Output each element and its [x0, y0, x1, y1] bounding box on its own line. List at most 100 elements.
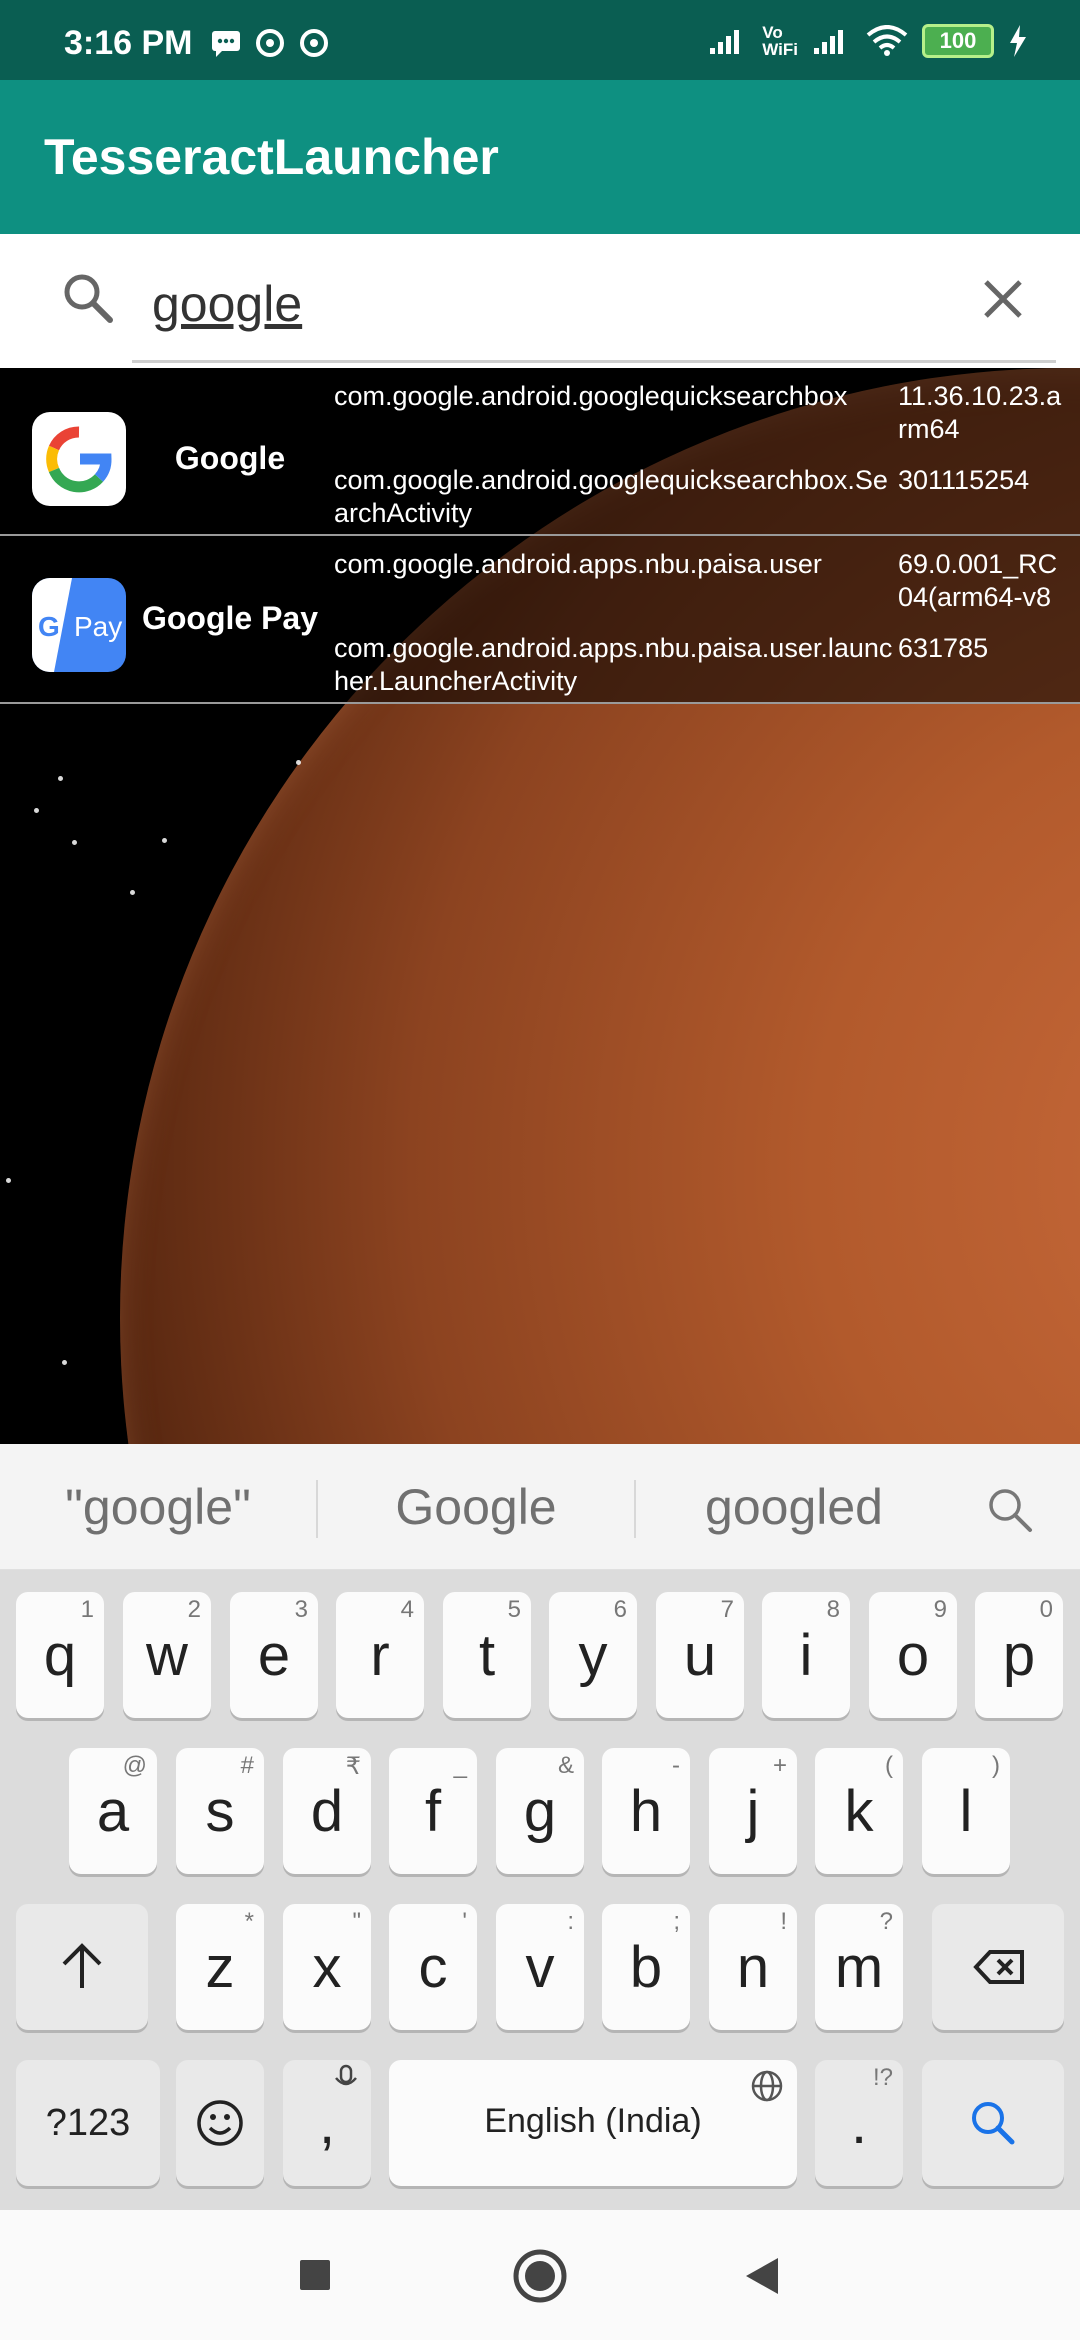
key-l[interactable]: ) l — [922, 1748, 1010, 1874]
key-v[interactable]: :v — [496, 1904, 584, 2030]
key-label: . — [850, 2091, 868, 2156]
key-label: y — [578, 1623, 608, 1688]
key-label: s — [205, 1779, 235, 1844]
at-icon — [256, 29, 284, 57]
key-w[interactable]: 2w — [123, 1592, 211, 1718]
key-label: ?123 — [45, 2102, 131, 2144]
suggestion-item[interactable]: "google" — [8, 1478, 308, 1536]
suggestion-item[interactable]: Google — [326, 1478, 626, 1536]
google-pay-app-icon[interactable]: G Pay — [32, 578, 126, 672]
home-icon[interactable] — [512, 2248, 568, 2304]
signal-icon — [814, 30, 843, 54]
star — [34, 808, 39, 813]
key-hint: ? — [879, 1908, 893, 1935]
key-label: k — [844, 1779, 874, 1844]
vowifi-label: Vo WiFi — [762, 23, 798, 59]
key-label: l — [959, 1779, 973, 1844]
key-m[interactable]: ? m — [815, 1904, 903, 2030]
key-u[interactable]: 7u — [656, 1592, 744, 1718]
key-hint: - — [672, 1752, 680, 1779]
key-label: g — [523, 1779, 557, 1844]
key-r[interactable]: 4r — [336, 1592, 424, 1718]
key-label: n — [736, 1935, 770, 2000]
key-hint: ; — [673, 1908, 680, 1935]
activity-name: com.google.android.googlequicksearchbox.… — [334, 465, 888, 528]
key-hint: & — [557, 1752, 574, 1779]
status-bar: 3:16 PM Vo WiFi 100 — [0, 0, 1080, 80]
version-name: 69.0.001_RC04(arm64-v8a) — [898, 549, 1058, 612]
key-label: o — [896, 1623, 930, 1688]
shift-key[interactable] — [16, 1904, 148, 2030]
key-x[interactable]: " x — [283, 1904, 371, 2030]
suggestion-item[interactable]: googled — [644, 1478, 944, 1536]
key-a[interactable]: @ a — [69, 1748, 157, 1874]
key-h[interactable]: -h — [602, 1748, 690, 1874]
app-bar: TesseractLauncher — [0, 80, 1080, 234]
package-name: com.google.android.googlequicksearchbox — [334, 381, 848, 411]
charging-icon — [1010, 25, 1026, 57]
key-f[interactable]: _ f — [389, 1748, 477, 1874]
divider — [634, 1480, 636, 1538]
list-item[interactable]: G Pay Google Pay com.google.android.apps… — [0, 536, 1080, 704]
wifi-icon — [866, 25, 908, 56]
backspace-key[interactable] — [932, 1904, 1064, 2030]
key-i[interactable]: 8i — [762, 1592, 850, 1718]
key-hint: + — [772, 1752, 787, 1779]
search-underline — [132, 360, 1056, 363]
key-k[interactable]: (k — [815, 1748, 903, 1874]
list-item[interactable]: Google com.google.android.googlequicksea… — [0, 368, 1080, 536]
key-n[interactable]: ! n — [709, 1904, 797, 2030]
comma-key[interactable]: , — [283, 2060, 371, 2186]
key-label: t — [478, 1623, 496, 1688]
key-d[interactable]: ₹ d — [283, 1748, 371, 1874]
key-c[interactable]: ' c — [389, 1904, 477, 2030]
key-b[interactable]: ; b — [602, 1904, 690, 2030]
key-p[interactable]: 0p — [975, 1592, 1063, 1718]
key-hint: : — [567, 1908, 574, 1935]
key-label: v — [525, 1935, 555, 2000]
key-label: u — [683, 1623, 717, 1688]
star — [62, 1360, 67, 1365]
at-icon — [300, 29, 328, 57]
space-key[interactable]: English (India) — [389, 2060, 797, 2186]
navigation-bar — [0, 2210, 1080, 2340]
key-label: z — [205, 1935, 235, 2000]
activity-name: com.google.android.apps.nbu.paisa.user.l… — [334, 633, 893, 696]
key-y[interactable]: 6y — [549, 1592, 637, 1718]
key-label: e — [257, 1623, 291, 1688]
google-app-icon[interactable] — [32, 412, 126, 506]
key-j[interactable]: + j — [709, 1748, 797, 1874]
period-key[interactable]: !? . — [815, 2060, 903, 2186]
key-label: r — [370, 1623, 390, 1688]
key-label: x — [312, 1935, 342, 2000]
app-name: Google Pay — [141, 600, 319, 636]
key-hint: 7 — [720, 1596, 734, 1623]
notification-icons — [210, 28, 330, 58]
star — [58, 776, 63, 781]
key-s[interactable]: # s — [176, 1748, 264, 1874]
emoji-key[interactable] — [176, 2060, 264, 2186]
key-label: j — [746, 1779, 760, 1844]
search-icon[interactable] — [984, 1484, 1034, 1534]
status-time: 3:16 PM — [64, 24, 193, 62]
suggestion-strip: "google" Google googled — [0, 1444, 1080, 1570]
key-e[interactable]: 3e — [230, 1592, 318, 1718]
symbols-key[interactable]: ?123 — [16, 2060, 160, 2186]
close-icon[interactable] — [978, 274, 1028, 324]
key-t[interactable]: 5t — [443, 1592, 531, 1718]
key-o[interactable]: 9o — [869, 1592, 957, 1718]
key-g[interactable]: & g — [496, 1748, 584, 1874]
key-hint: * — [244, 1908, 254, 1935]
svg-text:G: G — [38, 611, 60, 642]
key-label: w — [146, 1623, 188, 1688]
backspace-icon — [973, 1950, 1024, 1984]
system-status-icons: Vo WiFi 100 — [708, 24, 1028, 58]
recents-icon[interactable] — [298, 2258, 332, 2292]
search-bar — [0, 234, 1080, 368]
search-action-key[interactable] — [922, 2060, 1064, 2186]
search-icon — [64, 274, 113, 323]
key-z[interactable]: * z — [176, 1904, 264, 2030]
key-q[interactable]: 1q — [16, 1592, 104, 1718]
search-input[interactable] — [152, 274, 952, 334]
back-icon[interactable] — [744, 2256, 780, 2296]
